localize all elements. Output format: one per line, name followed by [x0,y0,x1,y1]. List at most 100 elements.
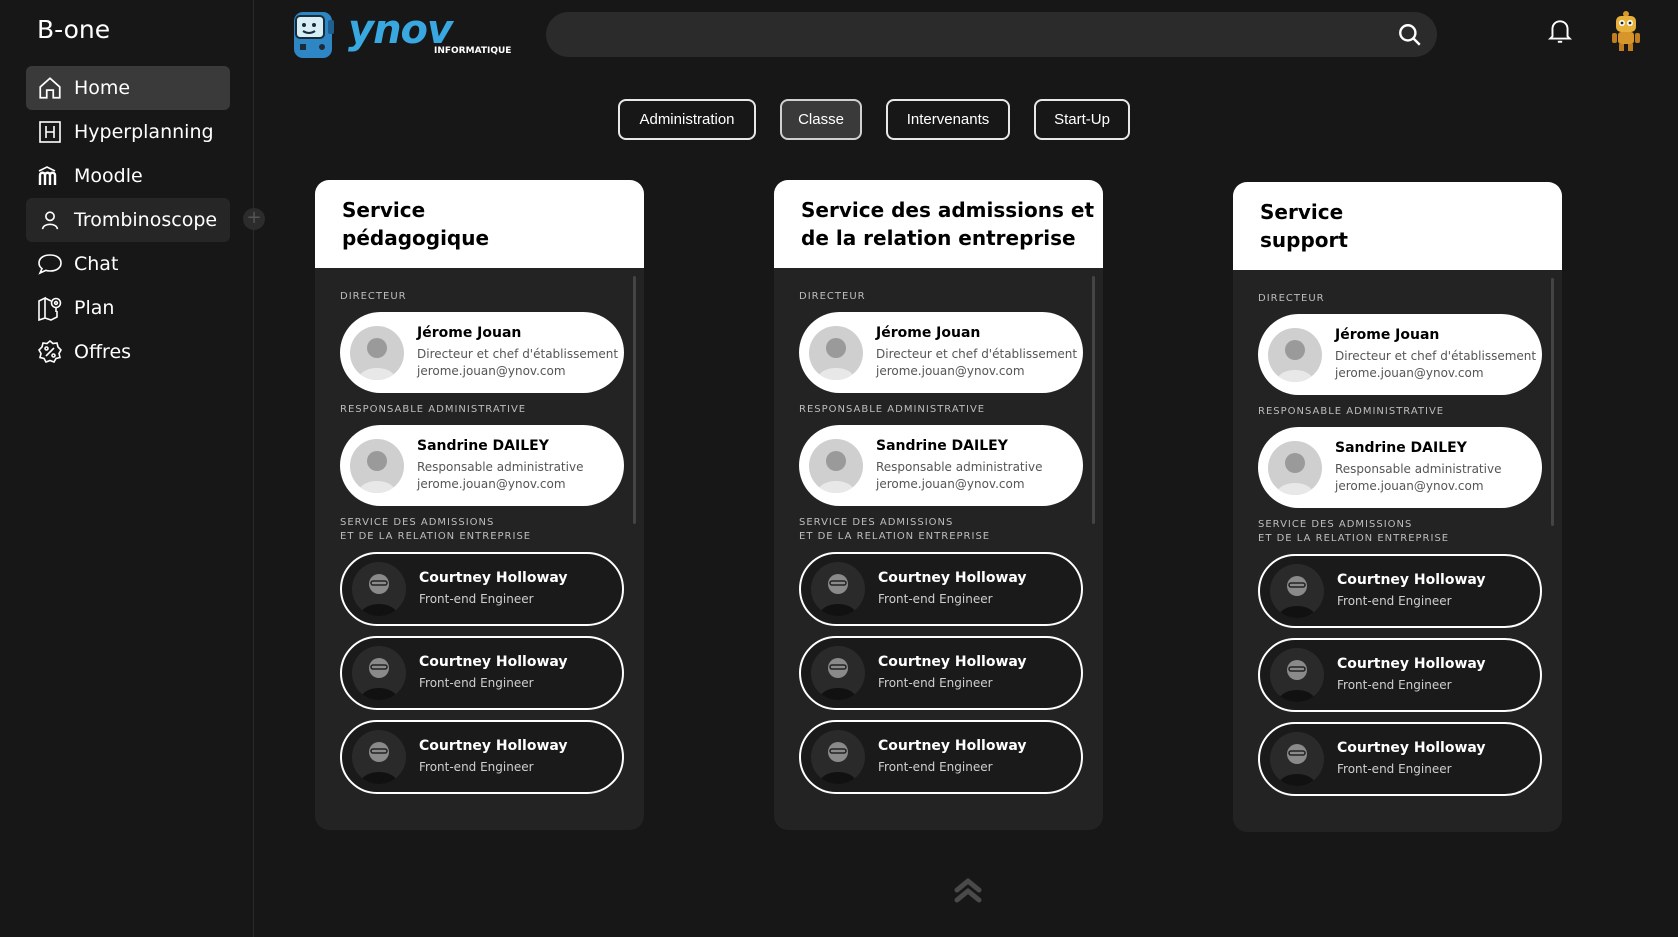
avatar [352,562,406,616]
tab-classe[interactable]: Classe [780,99,862,140]
person-name: Sandrine DAILEY [1335,440,1467,456]
avatar [1268,327,1322,382]
admin-card[interactable]: Sandrine DAILEY Responsable administrati… [340,425,624,506]
avatar [811,646,865,700]
section-label-admin: RESPONSABLE ADMINISTRATIVE [340,404,527,415]
section-label-director: DIRECTEUR [1258,293,1325,304]
sidebar-item-label: Trombinoscope [74,209,218,231]
team-member-card[interactable]: Courtney Holloway Front-end Engineer [799,720,1083,794]
sidebar-item-offres[interactable]: Offres [26,330,230,374]
member-name: Courtney Holloway [878,738,1027,754]
sidebar-item-hyperplanning[interactable]: Hyperplanning [26,110,230,154]
person-email: jerome.jouan@ynov.com [417,364,566,378]
notification-bell-icon[interactable] [1547,17,1573,49]
avatar [350,438,404,493]
tab-intervenants[interactable]: Intervenants [886,99,1010,140]
section-label-admin: RESPONSABLE ADMINISTRATIVE [1258,406,1445,417]
scrollbar[interactable] [1092,276,1095,524]
tab-start-up[interactable]: Start-Up [1034,99,1130,140]
team-member-card[interactable]: Courtney Holloway Front-end Engineer [799,552,1083,626]
admin-card[interactable]: Sandrine DAILEY Responsable administrati… [799,425,1083,506]
user-icon [36,206,64,234]
home-icon [36,74,64,102]
member-name: Courtney Holloway [419,570,568,586]
avatar [352,730,406,784]
logo-subtitle: INFORMATIQUE [434,46,512,56]
sidebar-item-plan[interactable]: Plan [26,286,230,330]
member-name: Courtney Holloway [1337,572,1486,588]
avatar [1270,564,1324,618]
person-role: Responsable administrative [417,460,584,474]
person-role: Responsable administrative [876,460,1043,474]
team-member-card[interactable]: Courtney Holloway Front-end Engineer [1258,638,1542,712]
director-card[interactable]: Jérome Jouan Directeur et chef d'établis… [799,312,1083,393]
member-role: Front-end Engineer [1337,678,1452,692]
team-member-card[interactable]: Courtney Holloway Front-end Engineer [1258,722,1542,796]
member-name: Courtney Holloway [419,738,568,754]
moodle-icon [36,162,64,190]
user-avatar[interactable] [1609,10,1643,52]
service-title: Service support [1260,200,1348,252]
avatar [809,325,863,380]
team-member-card[interactable]: Courtney Holloway Front-end Engineer [340,552,624,626]
section-label-admin: RESPONSABLE ADMINISTRATIVE [799,404,986,415]
section-label-team: SERVICE DES ADMISSIONS ET DE LA RELATION… [340,517,532,542]
member-role: Front-end Engineer [1337,762,1452,776]
avatar [811,562,865,616]
add-button[interactable]: + [243,208,265,230]
chat-icon [36,250,64,278]
service-card: Service pédagogique DIRECTEUR Jérome Jou… [315,180,644,830]
avatar [1270,648,1324,702]
search-bar[interactable] [546,12,1437,57]
member-name: Courtney Holloway [878,654,1027,670]
scrollbar[interactable] [633,276,636,524]
member-role: Front-end Engineer [419,760,534,774]
director-card[interactable]: Jérome Jouan Directeur et chef d'établis… [340,312,624,393]
sidebar-item-label: Plan [74,297,115,319]
scrollbar[interactable] [1551,278,1554,526]
hyperplanning-icon [36,118,64,146]
search-input[interactable] [546,12,1366,57]
person-email: jerome.jouan@ynov.com [417,477,566,491]
avatar [350,325,404,380]
section-label-team: SERVICE DES ADMISSIONS ET DE LA RELATION… [1258,519,1450,544]
member-name: Courtney Holloway [1337,740,1486,756]
member-role: Front-end Engineer [878,760,993,774]
logo-text: ynov [348,7,453,53]
ynov-logo[interactable]: ynov INFORMATIQUE [290,7,511,62]
director-card[interactable]: Jérome Jouan Directeur et chef d'établis… [1258,314,1542,395]
person-name: Jérome Jouan [876,325,981,341]
section-label-director: DIRECTEUR [340,291,407,302]
tab-administration[interactable]: Administration [618,99,756,140]
team-member-card[interactable]: Courtney Holloway Front-end Engineer [1258,554,1542,628]
sidebar-item-home[interactable]: Home [26,66,230,110]
offers-icon [36,338,64,366]
sidebar-item-label: Moodle [74,165,143,187]
sidebar-nav: Home Hyperplanning Moodle Trombinoscope … [26,66,230,374]
sidebar-item-label: Home [74,77,131,99]
person-name: Jérome Jouan [1335,327,1440,343]
service-title: Service des admissions et de la relation… [801,198,1094,250]
person-email: jerome.jouan@ynov.com [1335,366,1484,380]
sidebar-item-label: Offres [74,341,132,363]
team-member-card[interactable]: Courtney Holloway Front-end Engineer [340,720,624,794]
team-member-card[interactable]: Courtney Holloway Front-end Engineer [340,636,624,710]
service-card-header: Service support [1233,182,1562,270]
sidebar-item-moodle[interactable]: Moodle [26,154,230,198]
person-email: jerome.jouan@ynov.com [876,477,1025,491]
section-label-director: DIRECTEUR [799,291,866,302]
scroll-to-top-icon[interactable] [953,876,983,908]
member-role: Front-end Engineer [419,592,534,606]
service-card-header: Service des admissions et de la relation… [774,180,1103,268]
filter-tabs: Administration Classe Intervenants Start… [618,99,1154,140]
person-email: jerome.jouan@ynov.com [876,364,1025,378]
person-role: Responsable administrative [1335,462,1502,476]
search-icon[interactable] [1397,22,1423,52]
app-brand: B-one [37,15,111,44]
avatar [811,730,865,784]
team-member-card[interactable]: Courtney Holloway Front-end Engineer [799,636,1083,710]
person-role: Directeur et chef d'établissement [876,347,1078,361]
sidebar-item-trombinoscope[interactable]: Trombinoscope [26,198,230,242]
sidebar-item-chat[interactable]: Chat [26,242,230,286]
admin-card[interactable]: Sandrine DAILEY Responsable administrati… [1258,427,1542,508]
